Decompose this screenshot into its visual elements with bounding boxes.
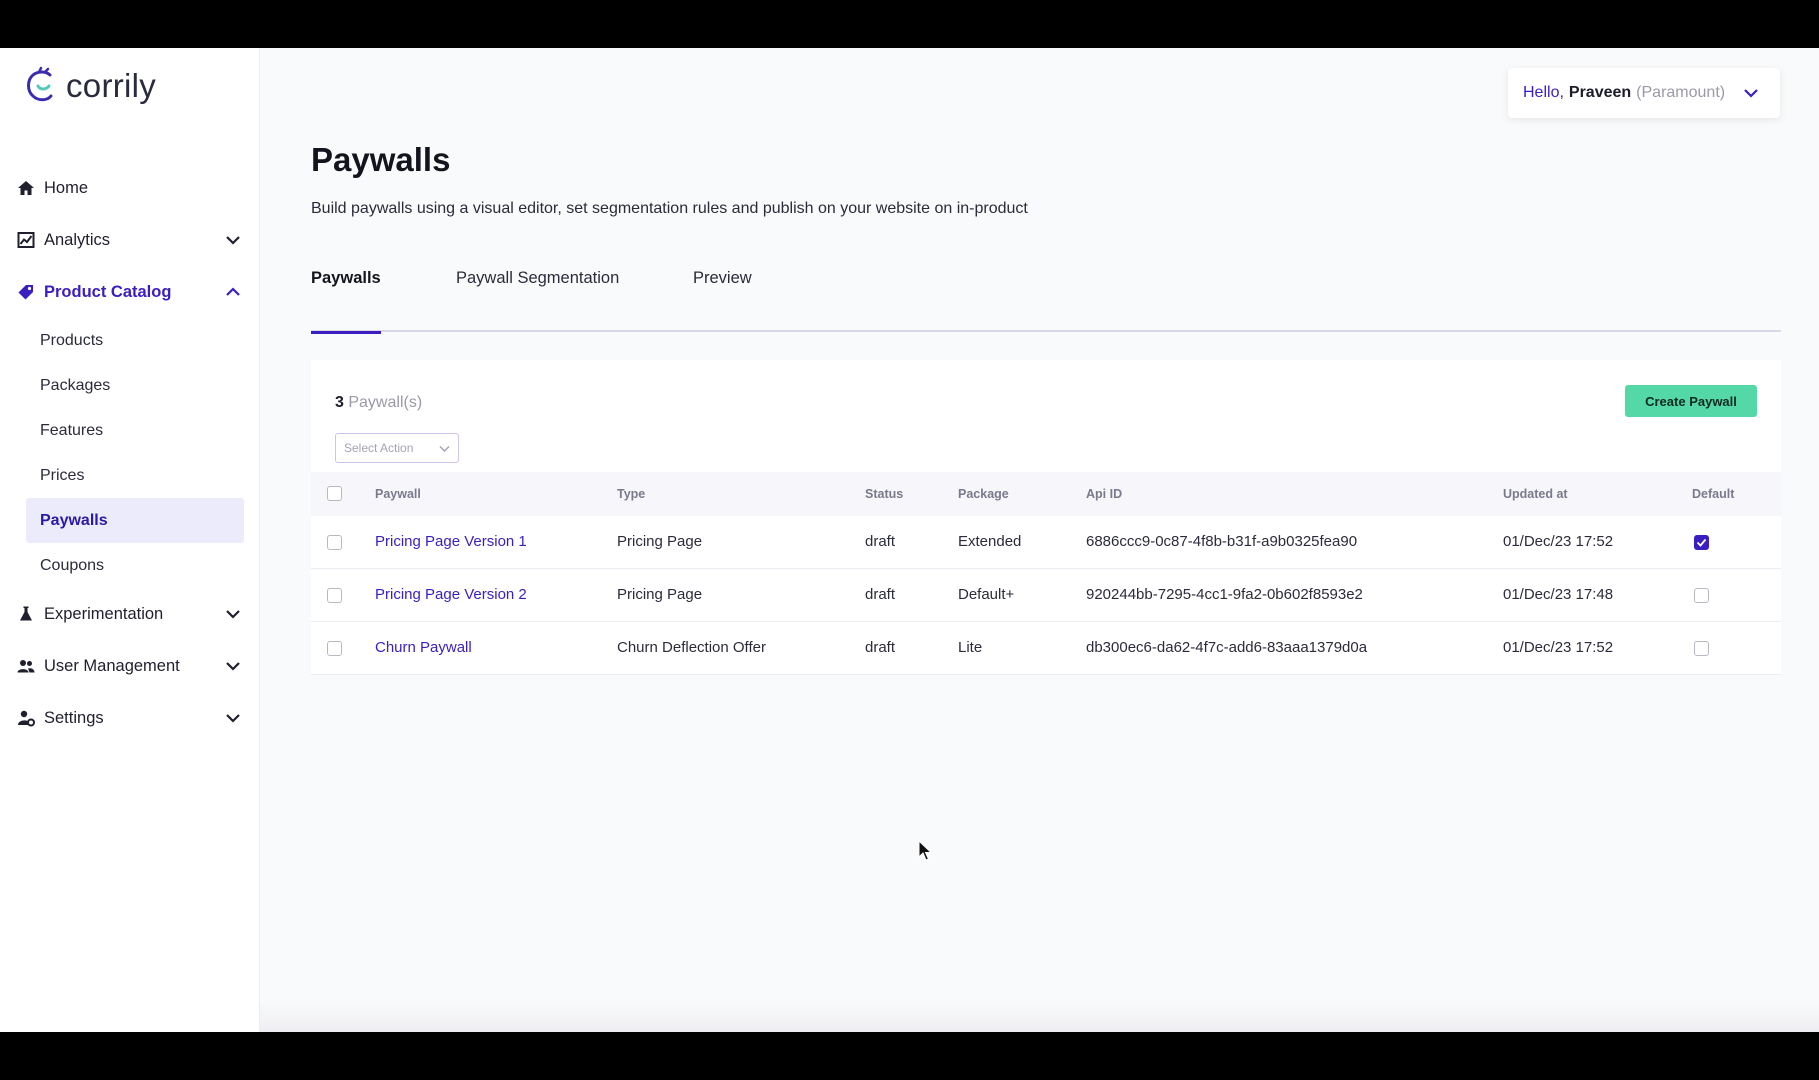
tab-preview[interactable]: Preview: [693, 250, 752, 332]
sidebar-subitem-coupons[interactable]: Coupons: [26, 543, 244, 588]
paywall-type: Pricing Page: [617, 586, 703, 603]
sidebar-subitem-paywalls[interactable]: Paywalls: [26, 498, 244, 543]
sidebar-item-label: Product Catalog: [44, 282, 172, 301]
sidebar-item-label: Analytics: [44, 230, 111, 249]
mouse-cursor-icon: [918, 840, 933, 861]
paywall-updated-at: 01/Dec/23 17:52: [1503, 533, 1614, 550]
column-header-status[interactable]: Status: [865, 487, 903, 501]
page-title: Paywalls: [311, 141, 451, 178]
flask-icon: [16, 604, 36, 624]
select-action-placeholder: Select Action: [344, 441, 414, 455]
column-header-type[interactable]: Type: [617, 487, 645, 501]
chevron-up-icon[interactable]: [224, 283, 242, 301]
sidebar-subitem-products[interactable]: Products: [26, 318, 244, 363]
bottom-fade: [260, 1002, 1819, 1032]
chevron-down-icon[interactable]: [224, 709, 242, 727]
paywall-type: Pricing Page: [617, 533, 703, 550]
tag-icon: [16, 282, 36, 302]
paywall-count-number: 3: [335, 394, 344, 411]
home-icon: [16, 178, 36, 198]
paywall-status: draft: [865, 639, 896, 656]
organization-name: (Paramount): [1636, 84, 1726, 101]
user-name: Praveen: [1568, 84, 1632, 101]
chevron-down-icon[interactable]: [224, 657, 242, 675]
paywall-count-unit: Paywall(s): [348, 394, 423, 411]
paywall-updated-at: 01/Dec/23 17:48: [1503, 586, 1614, 603]
paywall-package: Default+: [958, 586, 1015, 603]
sidebar-item-product-catalog[interactable]: Product Catalog: [0, 266, 260, 318]
sidebar-item-home[interactable]: Home: [0, 162, 260, 214]
column-header-updated-at[interactable]: Updated at: [1503, 487, 1568, 501]
paywall-name-link[interactable]: Pricing Page Version 2: [375, 586, 527, 603]
paywall-status: draft: [865, 586, 896, 603]
sidebar-item-label: User Management: [44, 656, 180, 675]
app-window: corrily Home Analytics Product Catalog P…: [0, 48, 1819, 1032]
settings-icon: [16, 708, 36, 728]
column-header-paywall[interactable]: Paywall: [375, 487, 421, 501]
paywall-type: Churn Deflection Offer: [617, 639, 766, 656]
default-checkbox[interactable]: [1694, 588, 1709, 603]
select-all-checkbox[interactable]: [327, 486, 342, 501]
row-checkbox[interactable]: [327, 641, 342, 656]
paywall-api-id: 6886ccc9-0c87-4f8b-b31f-a9b0325fea90: [1086, 533, 1358, 550]
sidebar-nav: Home Analytics Product Catalog Products …: [0, 162, 260, 744]
chevron-down-icon[interactable]: [224, 605, 242, 623]
table-row[interactable]: Pricing Page Version 1 Pricing Page draf…: [311, 516, 1781, 569]
tab-paywall-segmentation[interactable]: Paywall Segmentation: [456, 250, 619, 332]
row-checkbox[interactable]: [327, 588, 342, 603]
account-menu[interactable]: Hello, Praveen (Paramount): [1508, 68, 1780, 118]
table-row[interactable]: Churn Paywall Churn Deflection Offer dra…: [311, 622, 1781, 675]
column-header-package[interactable]: Package: [958, 487, 1009, 501]
sidebar-item-user-management[interactable]: User Management: [0, 640, 260, 692]
table-row[interactable]: Pricing Page Version 2 Pricing Page draf…: [311, 569, 1781, 622]
sidebar-subitem-prices[interactable]: Prices: [26, 453, 244, 498]
default-checkbox[interactable]: [1694, 535, 1709, 550]
paywall-package: Lite: [958, 639, 983, 656]
corrily-logo-icon: [27, 66, 53, 102]
checkmark-icon: [1696, 538, 1707, 547]
analytics-icon: [16, 230, 36, 250]
paywall-name-link[interactable]: Pricing Page Version 1: [375, 533, 527, 550]
sidebar-item-analytics[interactable]: Analytics: [0, 214, 260, 266]
chevron-down-icon[interactable]: [224, 231, 242, 249]
column-header-default[interactable]: Default: [1692, 487, 1734, 501]
select-action-dropdown[interactable]: Select Action: [335, 433, 459, 463]
column-header-api-id[interactable]: Api ID: [1086, 487, 1122, 501]
sidebar-item-experimentation[interactable]: Experimentation: [0, 588, 260, 640]
paywalls-card: 3 Paywall(s) Create Paywall Select Actio…: [311, 360, 1781, 675]
paywall-package: Extended: [958, 533, 1022, 550]
paywall-api-id: db300ec6-da62-4f7c-add6-83aaa1379d0a: [1086, 639, 1368, 656]
sidebar: corrily Home Analytics Product Catalog P…: [0, 48, 260, 1032]
chevron-down-icon: [439, 445, 450, 453]
greeting-hello: Hello,: [1523, 84, 1564, 101]
paywall-status: draft: [865, 533, 896, 550]
chevron-down-icon[interactable]: [1742, 84, 1760, 102]
paywall-count: 3 Paywall(s): [335, 394, 422, 412]
logo[interactable]: corrily: [24, 66, 156, 106]
page-subtitle: Build paywalls using a visual editor, se…: [311, 200, 1028, 217]
default-checkbox[interactable]: [1694, 641, 1709, 656]
product-catalog-submenu: Products Packages Features Prices Paywal…: [0, 318, 260, 588]
tab-bar: Paywalls Paywall Segmentation Preview: [311, 250, 1781, 334]
paywall-name-link[interactable]: Churn Paywall: [375, 639, 472, 656]
table-header: Paywall Type Status Package Api ID Updat…: [311, 472, 1781, 516]
row-checkbox[interactable]: [327, 535, 342, 550]
sidebar-item-label: Settings: [44, 708, 104, 727]
sidebar-item-label: Experimentation: [44, 604, 164, 623]
logo-text: corrily: [66, 67, 157, 104]
create-paywall-button[interactable]: Create Paywall: [1625, 385, 1757, 417]
paywall-updated-at: 01/Dec/23 17:52: [1503, 639, 1614, 656]
users-icon: [16, 656, 36, 676]
paywall-api-id: 920244bb-7295-4cc1-9fa2-0b602f8593e2: [1086, 586, 1363, 603]
tab-paywalls[interactable]: Paywalls: [311, 250, 381, 334]
sidebar-subitem-features[interactable]: Features: [26, 408, 244, 453]
sidebar-subitem-packages[interactable]: Packages: [26, 363, 244, 408]
sidebar-item-settings[interactable]: Settings: [0, 692, 260, 744]
sidebar-item-label: Home: [44, 178, 89, 197]
